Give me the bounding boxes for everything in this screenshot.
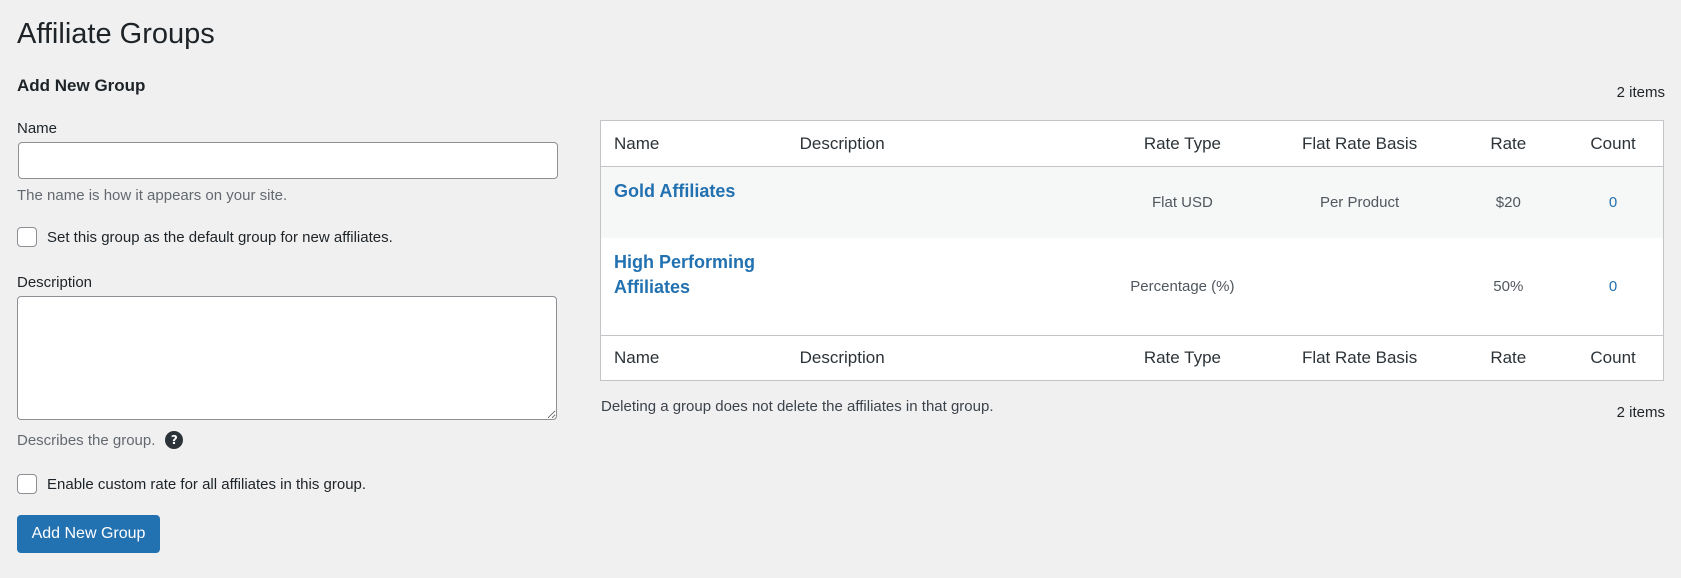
table-note: Deleting a group does not delete the aff… [601, 398, 994, 415]
name-hint: The name is how it appears on your site. [17, 187, 288, 204]
group-name-link[interactable]: Gold Affiliates [601, 167, 800, 204]
column-header-count: Count [1590, 133, 1636, 153]
table-footer-row: Name Description Rate Type Flat Rate Bas… [601, 335, 1663, 380]
default-group-label: Set this group as the default group for … [47, 228, 393, 246]
default-group-row: Set this group as the default group for … [17, 227, 393, 247]
table-row: Gold Affiliates Flat USD Per Product $20… [601, 167, 1663, 238]
column-header-rate: Rate [1490, 133, 1527, 153]
column-footer-flat-rate-basis: Flat Rate Basis [1301, 348, 1418, 367]
description-hint: Describes the group. [17, 431, 156, 449]
column-footer-count: Count [1590, 348, 1636, 367]
group-rate-type: Percentage (%) [1130, 278, 1235, 295]
table-row: High Performing Affiliates Percentage (%… [601, 238, 1663, 335]
groups-table: Name Description Rate Type Flat Rate Bas… [600, 120, 1664, 381]
group-flat-rate-basis: Per Product [1319, 194, 1400, 211]
page-title: Affiliate Groups [17, 18, 215, 50]
column-header-description: Description [799, 133, 885, 153]
group-name-link[interactable]: High Performing Affiliates [601, 238, 800, 300]
column-footer-name[interactable]: Name [601, 348, 800, 368]
column-footer-rate-type: Rate Type [1143, 348, 1221, 367]
affiliate-groups-page: Affiliate Groups Add New Group Name The … [0, 0, 1681, 578]
table-header-row: Name Description Rate Type Flat Rate Bas… [601, 121, 1663, 167]
add-new-group-button[interactable]: Add New Group [17, 515, 160, 553]
column-header-name[interactable]: Name [601, 134, 800, 154]
description-textarea[interactable] [17, 296, 557, 420]
group-count-link[interactable]: 0 [1563, 278, 1663, 295]
column-footer-rate: Rate [1490, 348, 1527, 367]
description-hint-row: Describes the group. ? [17, 431, 184, 449]
group-rate: $20 [1495, 194, 1521, 211]
column-header-flat-rate-basis: Flat Rate Basis [1301, 133, 1418, 153]
group-rate-type: Flat USD [1151, 194, 1213, 211]
group-rate: 50% [1493, 278, 1524, 295]
add-new-group-heading: Add New Group [17, 76, 146, 95]
help-icon[interactable]: ? [165, 431, 184, 449]
name-label: Name [17, 120, 58, 137]
items-count-top: 2 items [1616, 84, 1665, 101]
custom-rate-label: Enable custom rate for all affiliates in… [47, 475, 367, 493]
column-footer-description: Description [799, 348, 885, 367]
items-count-bottom: 2 items [1616, 404, 1665, 421]
column-header-rate-type: Rate Type [1143, 133, 1221, 153]
description-label: Description [17, 274, 93, 291]
default-group-checkbox[interactable] [17, 227, 37, 247]
name-input[interactable] [18, 142, 558, 179]
group-count-link[interactable]: 0 [1563, 194, 1663, 211]
custom-rate-checkbox[interactable] [17, 474, 37, 494]
custom-rate-row: Enable custom rate for all affiliates in… [17, 474, 366, 494]
